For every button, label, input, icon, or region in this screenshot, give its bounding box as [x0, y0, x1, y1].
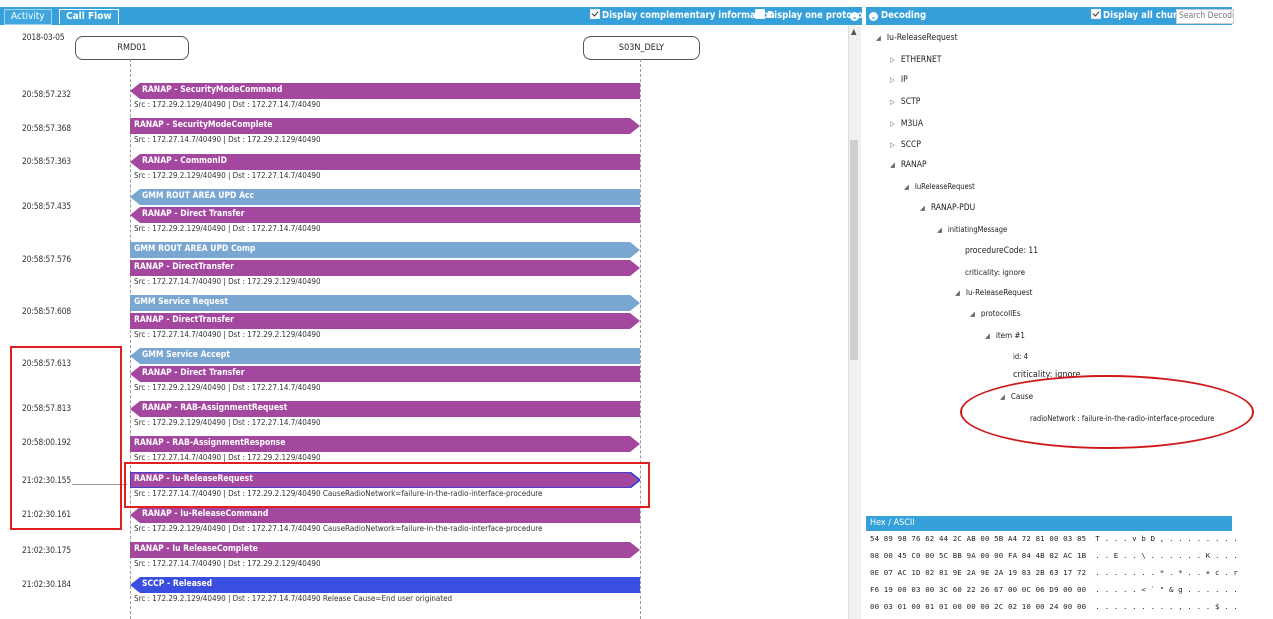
tree-node-sccp[interactable]: ▷ SCCP [890, 140, 921, 150]
tree-node-ip[interactable]: ▷ IP [890, 75, 908, 85]
message-label: RANAP - Direct Transfer [142, 368, 245, 378]
message-arrow-m4a[interactable]: GMM ROUT AREA UPD Acc [130, 189, 640, 205]
hex-row: 08 00 45 C0 00 5C BB 9A 00 00 FA 84 4B 0… [870, 551, 1238, 560]
message-label: RANAP - CommonID [142, 156, 227, 166]
tree-node-root[interactable]: ◢ Iu-ReleaseRequest [876, 33, 958, 43]
decoding-toolbar: ⌄ Decoding Display all chunks Search Dec… [866, 7, 1234, 25]
tab-activity[interactable]: Activity [4, 9, 52, 25]
message-arrow-m7b[interactable]: RANAP - Direct Transfer [130, 366, 640, 382]
scroll-up-icon[interactable]: ▲ [851, 27, 857, 36]
checkbox-icon [1091, 9, 1101, 19]
message-arrow-m12[interactable]: RANAP - Iu ReleaseComplete [130, 542, 640, 558]
message-label: RANAP - RAB-AssignmentResponse [134, 438, 286, 448]
message-label: RANAP - Iu-ReleaseCommand [142, 509, 269, 519]
message-arrow-m4b[interactable]: RANAP - Direct Transfer [130, 207, 640, 223]
hex-row: 0E 07 AC 1D 02 81 9E 2A 9E 2A 19 83 2B 6… [870, 568, 1238, 577]
tree-node-initiating-message[interactable]: ◢ initiatingMessage [937, 225, 1007, 234]
complementary-info-checkbox[interactable]: Display complementary information [590, 9, 775, 23]
message-details: Src : 172.27.14.7/40490 | Dst : 172.29.2… [134, 559, 321, 568]
message-arrow-m7a[interactable]: GMM Service Accept [130, 348, 640, 364]
highlight-time-box [10, 346, 122, 530]
date-label: 2018-03-05 [22, 33, 65, 43]
message-arrow-m6b[interactable]: RANAP - DirectTransfer [130, 313, 640, 329]
search-decoding-input[interactable]: Search Decoding [1176, 9, 1234, 24]
decoding-icon: ⌄ [869, 12, 878, 21]
tree-node-protocol-ies[interactable]: ◢ protocolIEs [970, 309, 1021, 318]
message-details: Src : 172.27.14.7/40490 | Dst : 172.29.2… [134, 330, 321, 339]
message-details: Src : 172.29.2.129/40490 | Dst : 172.27.… [134, 594, 453, 603]
checkbox-icon [755, 9, 765, 19]
tree-node-ethernet[interactable]: ▷ ETHERNET [890, 55, 941, 65]
timestamp: 20:58:57.232 [22, 90, 71, 100]
highlight-cause-ellipse [960, 375, 1254, 449]
tree-node-iu-release-request-ie[interactable]: ◢ Iu-ReleaseRequest [955, 288, 1032, 297]
message-details: Src : 172.29.2.129/40490 | Dst : 172.27.… [134, 100, 321, 109]
message-arrow-m3[interactable]: RANAP - CommonID [130, 154, 640, 170]
timestamp: 20:58:57.368 [22, 124, 71, 134]
callflow-toolbar: Activity Call Flow Display complementary… [0, 7, 866, 25]
message-label: GMM ROUT AREA UPD Comp [134, 244, 256, 254]
message-arrow-m5b[interactable]: RANAP - DirectTransfer [130, 260, 640, 276]
tree-node-m3ua[interactable]: ▷ M3UA [890, 119, 923, 129]
timestamp: 20:58:57.435 [22, 202, 71, 212]
message-arrow-m8[interactable]: RANAP - RAB-AssignmentRequest [130, 401, 640, 417]
message-details: Src : 172.29.2.129/40490 | Dst : 172.27.… [134, 383, 321, 392]
hex-row: 00 03 01 00 01 01 00 00 00 2C 02 10 00 2… [870, 602, 1238, 611]
timestamp: 21:02:30.175 [22, 546, 71, 556]
message-arrow-m11[interactable]: RANAP - Iu-ReleaseCommand [130, 507, 640, 523]
tree-node-criticality: criticality: ignore [965, 268, 1026, 277]
message-label: SCCP - Released [142, 579, 213, 589]
collapse-icon[interactable]: ⌄ [850, 9, 859, 23]
message-label: RANAP - SecurityModeComplete [134, 120, 273, 130]
entity-left[interactable]: RMD01 [75, 36, 189, 60]
complementary-info-label: Display complementary information [602, 10, 775, 21]
tree-node-ranap[interactable]: ◢ RANAP [890, 160, 927, 170]
message-label: RANAP - RAB-AssignmentRequest [142, 403, 288, 413]
message-label: RANAP - Direct Transfer [142, 209, 245, 219]
message-details: Src : 172.29.2.129/40490 | Dst : 172.27.… [134, 418, 321, 427]
timestamp: 21:02:30.184 [22, 580, 71, 590]
message-arrow-m1[interactable]: RANAP - SecurityModeCommand [130, 83, 640, 99]
message-label: GMM ROUT AREA UPD Acc [142, 191, 255, 201]
message-details: Src : 172.27.14.7/40490 | Dst : 172.29.2… [134, 135, 321, 144]
message-label: RANAP - SecurityModeCommand [142, 85, 283, 95]
timestamp: 20:58:57.363 [22, 157, 71, 167]
checkbox-icon [590, 9, 600, 19]
hex-row: F6 19 00 03 00 3C 60 22 26 67 00 0C 06 D… [870, 585, 1238, 594]
tree-node-iu-release-request[interactable]: ◢ IuReleaseRequest [904, 182, 975, 191]
message-label: GMM Service Request [134, 297, 229, 307]
message-arrow-m2[interactable]: RANAP - SecurityModeComplete [130, 118, 640, 134]
message-arrow-m5a[interactable]: GMM ROUT AREA UPD Comp [130, 242, 640, 258]
decoding-title: ⌄ Decoding [869, 10, 927, 21]
timestamp: 20:58:57.576 [22, 255, 71, 265]
message-arrow-m13[interactable]: SCCP - Released [130, 577, 640, 593]
message-arrow-m9[interactable]: RANAP - RAB-AssignmentResponse [130, 436, 640, 452]
message-arrow-m6a[interactable]: GMM Service Request [130, 295, 640, 311]
message-details: Src : 172.29.2.129/40490 | Dst : 172.27.… [134, 524, 543, 533]
tree-node-procedure-code: procedureCode: 11 [965, 246, 1039, 256]
hex-row: 54 89 98 76 62 44 2C AB 00 5B A4 72 81 0… [870, 534, 1238, 543]
lifeline-left [130, 59, 131, 619]
tree-node-id: id: 4 [1013, 352, 1028, 361]
lifeline-right [640, 59, 641, 619]
message-label: RANAP - Iu ReleaseComplete [134, 544, 258, 554]
hex-ascii-title: Hex / ASCII [866, 516, 1232, 531]
tree-node-ranap-pdu[interactable]: ◢ RANAP-PDU [920, 203, 975, 213]
message-details: Src : 172.27.14.7/40490 | Dst : 172.29.2… [134, 277, 321, 286]
highlight-message-box [124, 462, 650, 508]
message-details: Src : 172.29.2.129/40490 | Dst : 172.27.… [134, 224, 321, 233]
message-label: RANAP - DirectTransfer [134, 262, 234, 272]
entity-right[interactable]: S03N_DELY [583, 36, 700, 60]
tree-node-item-1[interactable]: ◢ item #1 [985, 331, 1025, 340]
callflow-scrollbar-thumb[interactable] [850, 140, 858, 360]
message-label: RANAP - DirectTransfer [134, 315, 234, 325]
tree-node-sctp[interactable]: ▷ SCTP [890, 97, 920, 107]
message-details: Src : 172.29.2.129/40490 | Dst : 172.27.… [134, 171, 321, 180]
timestamp: 20:58:57.608 [22, 307, 71, 317]
message-details: Src : 172.27.14.7/40490 | Dst : 172.29.2… [134, 453, 321, 462]
tab-call-flow[interactable]: Call Flow [59, 9, 119, 24]
message-label: GMM Service Accept [142, 350, 230, 360]
